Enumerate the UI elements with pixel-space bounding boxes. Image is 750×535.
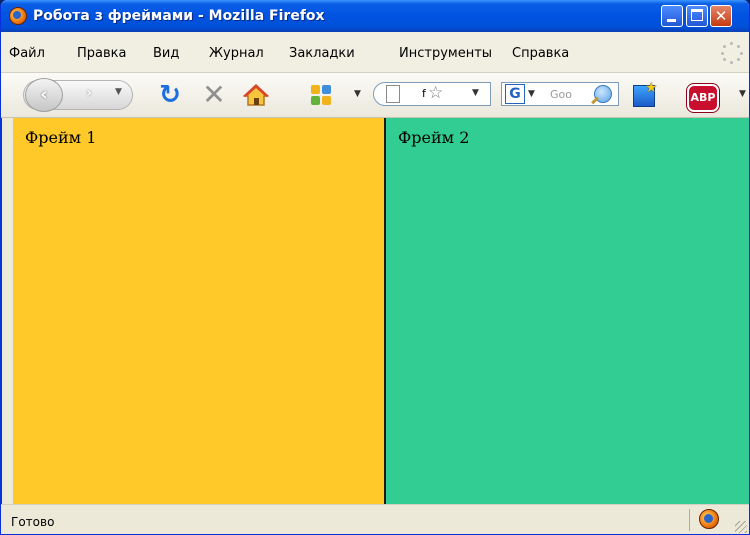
browser-window: Робота з фреймами - Mozilla Firefox ✕ Фа…	[0, 0, 750, 535]
page-icon	[386, 85, 400, 103]
menu-edit[interactable]: Правка	[77, 46, 126, 61]
address-dropdown-icon[interactable]: ▼	[472, 88, 479, 98]
frame-2: Фрейм 2	[386, 118, 749, 504]
menu-file[interactable]: Файл	[9, 46, 45, 61]
reload-button[interactable]: ↻	[155, 80, 185, 110]
status-text: Готово	[11, 515, 55, 529]
reload-icon: ↻	[159, 80, 181, 110]
menu-tools[interactable]: Инструменты	[399, 46, 492, 61]
dropdown-arrow-icon: ▼	[354, 89, 361, 99]
firefox-icon	[9, 7, 27, 25]
address-text: f	[422, 87, 426, 100]
forward-button[interactable]: ›	[77, 85, 101, 105]
search-icon[interactable]	[594, 85, 612, 103]
frame-1: Фрейм 1	[13, 118, 386, 504]
stop-button[interactable]: ✕	[199, 80, 229, 110]
search-engine-dropdown-icon[interactable]: ▼	[528, 89, 535, 99]
throbber-icon	[721, 42, 743, 64]
title-bar[interactable]: Робота з фреймами - Mozilla Firefox ✕	[1, 0, 749, 32]
menu-view[interactable]: Вид	[153, 46, 179, 61]
navigation-toolbar: ‹ › ▼ ↻ ✕ ▼ f ☆ ▼ G ▼ Goo ★ ABP ▼	[1, 73, 749, 118]
frame-2-label: Фрейм 2	[398, 128, 470, 147]
close-icon: ✕	[714, 7, 728, 25]
search-bar[interactable]: G ▼ Goo	[501, 82, 619, 106]
forward-arrow-icon: ›	[86, 85, 92, 101]
page-content: Фрейм 1 Фрейм 2	[13, 118, 749, 504]
home-icon	[243, 84, 269, 106]
maximize-button[interactable]	[686, 5, 708, 27]
menu-history[interactable]: Журнал	[209, 46, 264, 61]
window-left-border	[1, 118, 13, 504]
close-button[interactable]: ✕	[710, 5, 732, 27]
menu-bar: Файл Правка Вид Журнал Закладки Инструме…	[1, 32, 749, 73]
resize-grip[interactable]	[735, 521, 747, 533]
google-icon[interactable]: G	[505, 84, 525, 104]
adblock-icon: ABP	[687, 84, 719, 112]
dropdown-arrow-icon: ▼	[739, 89, 746, 99]
apps-dropdown[interactable]: ▼	[354, 89, 361, 99]
back-arrow-icon: ‹	[40, 84, 48, 105]
apps-grid-button[interactable]	[309, 80, 335, 110]
status-bar: Готово	[1, 504, 749, 534]
maximize-icon	[691, 9, 703, 21]
home-button[interactable]	[241, 80, 271, 110]
search-input[interactable]: Goo	[550, 88, 590, 101]
status-divider	[689, 509, 690, 531]
toolbar-overflow-dropdown[interactable]: ▼	[739, 89, 746, 99]
minimize-icon	[667, 19, 676, 22]
back-button[interactable]: ‹	[25, 78, 63, 112]
menu-bookmarks[interactable]: Закладки	[289, 46, 355, 61]
window-title: Робота з фреймами - Mozilla Firefox	[33, 8, 325, 24]
stop-icon: ✕	[202, 78, 226, 111]
addon-button[interactable]: ★	[629, 80, 659, 110]
firefox-status-icon[interactable]	[699, 509, 719, 529]
frame-1-label: Фрейм 1	[25, 128, 97, 147]
bookmark-star-icon[interactable]: ☆	[428, 83, 443, 103]
address-bar[interactable]: f ☆ ▼	[373, 82, 491, 106]
adblock-button[interactable]: ABP	[683, 80, 719, 112]
history-dropdown[interactable]: ▼	[115, 87, 122, 97]
addon-star-icon: ★	[645, 80, 658, 96]
dropdown-arrow-icon: ▼	[115, 87, 122, 97]
minimize-button[interactable]	[661, 5, 683, 27]
menu-help[interactable]: Справка	[512, 46, 569, 61]
